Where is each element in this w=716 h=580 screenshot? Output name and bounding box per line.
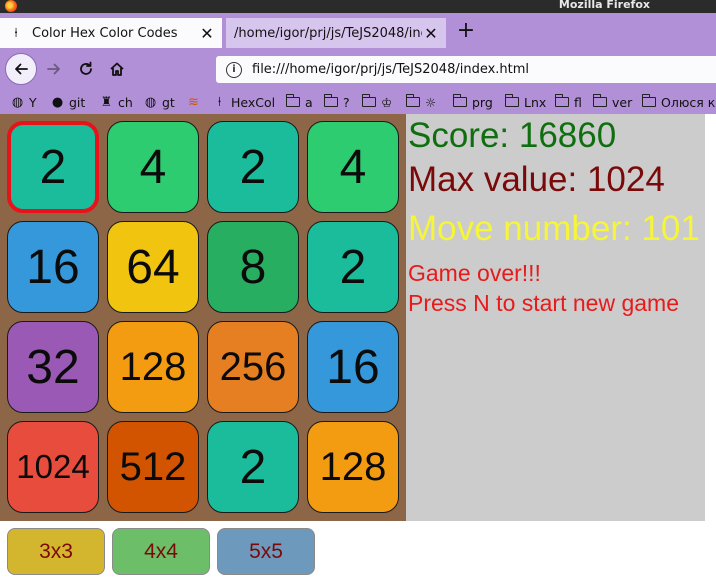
hexcol-icon: ⍿ — [217, 94, 222, 110]
bookmark-label: ♔ — [381, 94, 393, 110]
bookmark-label: fl — [574, 94, 582, 110]
globe-icon: ◍ — [144, 94, 157, 110]
color-hex-favicon-icon: ⍿ — [14, 25, 18, 41]
folder-icon — [361, 94, 376, 107]
url-bar[interactable]: i file:///home/igor/prj/js/TeJS2048/inde… — [216, 56, 716, 83]
move-number-label: Move number: 101 — [408, 209, 700, 248]
firefox-logo-icon — [5, 0, 17, 12]
bookmark-label: Lnx — [524, 94, 547, 110]
url-text: file:///home/igor/prj/js/TeJS2048/index.… — [252, 62, 530, 77]
tab-close-icon[interactable]: ✕ — [198, 24, 216, 43]
new-tab-icon[interactable]: + — [455, 20, 477, 43]
bookmark-label: HexCol — [231, 94, 276, 110]
folder-icon — [452, 94, 467, 107]
window-title: Mozilla Firefox — [558, 0, 650, 11]
home-icon — [110, 62, 124, 76]
bookmark-hexcol[interactable]: ⍿ HexCol — [212, 90, 275, 114]
game-tile: 2 — [207, 121, 299, 213]
forward-arrow-icon — [47, 63, 60, 75]
bookmark-folder-fl[interactable]: fl — [554, 90, 582, 114]
bookmark-git[interactable]: ● git — [50, 90, 85, 114]
game-tile: 1024 — [7, 421, 99, 513]
folder-icon — [554, 94, 569, 107]
tab-label: Color Hex Color Codes — [32, 25, 178, 41]
bookmark-folder-king[interactable]: ♔ — [361, 90, 393, 114]
window-titlebar: Mozilla Firefox — [0, 0, 716, 13]
game-tile: 32 — [7, 321, 99, 413]
bookmark-folder-a[interactable]: a — [285, 90, 313, 114]
game-tile: 2 — [307, 221, 399, 313]
bookmark-folder-q[interactable]: ? — [323, 90, 350, 114]
folder-icon — [592, 94, 607, 107]
game-tile: 2 — [7, 121, 99, 213]
bookmark-ch[interactable]: ♜ ch — [99, 90, 133, 114]
bookmark-stack[interactable]: ≋ — [186, 90, 205, 114]
bookmark-y[interactable]: ◍ Y — [10, 90, 37, 114]
size-5x5-button[interactable]: 5x5 — [217, 528, 315, 575]
game-over-message: Game over!!! — [408, 260, 541, 286]
game-tile: 128 — [107, 321, 199, 413]
tab-label: /home/igor/prj/js/TeJS2048/index — [234, 25, 422, 41]
navigation-bar: i file:///home/igor/prj/js/TeJS2048/inde… — [0, 48, 716, 90]
game-tile: 16 — [307, 321, 399, 413]
bookmark-gt[interactable]: ◍ gt — [143, 90, 175, 114]
tab-2048-game[interactable]: /home/igor/prj/js/TeJS2048/index ✕ — [226, 18, 446, 48]
bookmark-label: gt — [162, 94, 175, 110]
folder-icon — [405, 94, 420, 107]
board-size-bar: 3x3 4x4 5x5 — [0, 521, 716, 580]
tab-close-icon[interactable]: ✕ — [422, 24, 440, 43]
max-value-label: Max value: 1024 — [408, 160, 665, 199]
bookmark-label: ☼ — [425, 94, 437, 110]
reload-button[interactable] — [72, 55, 100, 83]
bookmarks-bar: ◍ Y ● git ♜ ch ◍ gt ≋ ⍿ HexCol a ? ♔ ☼ p… — [0, 90, 716, 114]
bookmark-label: ? — [343, 94, 350, 110]
game-tile: 4 — [307, 121, 399, 213]
game-tile: 128 — [307, 421, 399, 513]
globe-icon: ◍ — [11, 94, 24, 110]
folder-icon — [504, 94, 519, 107]
bookmark-label: git — [69, 94, 86, 110]
bookmark-folder-sun[interactable]: ☼ — [405, 90, 437, 114]
game-tile: 256 — [207, 321, 299, 413]
folder-icon — [323, 94, 338, 107]
bookmark-label: a — [305, 94, 313, 110]
chess-icon: ♜ — [100, 94, 113, 110]
game-tile: 8 — [207, 221, 299, 313]
folder-icon — [641, 94, 656, 107]
bookmark-label: Y — [29, 94, 37, 110]
info-panel: Score: 16860 Max value: 1024 Move number… — [406, 114, 705, 521]
new-game-hint: Press N to start new game — [408, 290, 679, 316]
game-tile: 512 — [107, 421, 199, 513]
game-tile: 2 — [207, 421, 299, 513]
size-3x3-button[interactable]: 3x3 — [7, 528, 105, 575]
bookmark-folder-prg[interactable]: prg — [452, 90, 493, 114]
home-button[interactable] — [103, 55, 131, 83]
back-button[interactable] — [5, 53, 37, 85]
reload-icon — [80, 61, 92, 75]
stack-icon: ≋ — [188, 94, 199, 110]
bookmark-folder-ver[interactable]: ver — [592, 90, 633, 114]
game-board[interactable]: 2 4 2 4 16 64 8 2 32 128 256 16 1024 512 2 128 — [0, 114, 406, 521]
score-label: Score: 16860 — [408, 116, 617, 155]
bookmark-folder-olyusya[interactable]: Олюся ке — [641, 90, 716, 114]
game-tile: 4 — [107, 121, 199, 213]
game-tile: 16 — [7, 221, 99, 313]
bookmark-label: Олюся ке — [661, 94, 716, 110]
bookmark-label: prg — [472, 94, 493, 110]
folder-icon — [285, 94, 300, 107]
site-info-icon[interactable]: i — [226, 61, 242, 78]
tab-strip: ⍿ Color Hex Color Codes ✕ /home/igor/prj… — [0, 13, 716, 48]
tab-color-hex[interactable]: ⍿ Color Hex Color Codes ✕ — [0, 18, 222, 48]
bookmark-folder-lnx[interactable]: Lnx — [504, 90, 547, 114]
github-icon: ● — [51, 94, 64, 110]
game-tile: 64 — [107, 221, 199, 313]
size-4x4-button[interactable]: 4x4 — [112, 528, 210, 575]
bookmark-label: ver — [612, 94, 633, 110]
forward-button[interactable] — [40, 55, 68, 83]
back-arrow-icon — [15, 63, 28, 75]
bookmark-label: ch — [118, 94, 133, 110]
